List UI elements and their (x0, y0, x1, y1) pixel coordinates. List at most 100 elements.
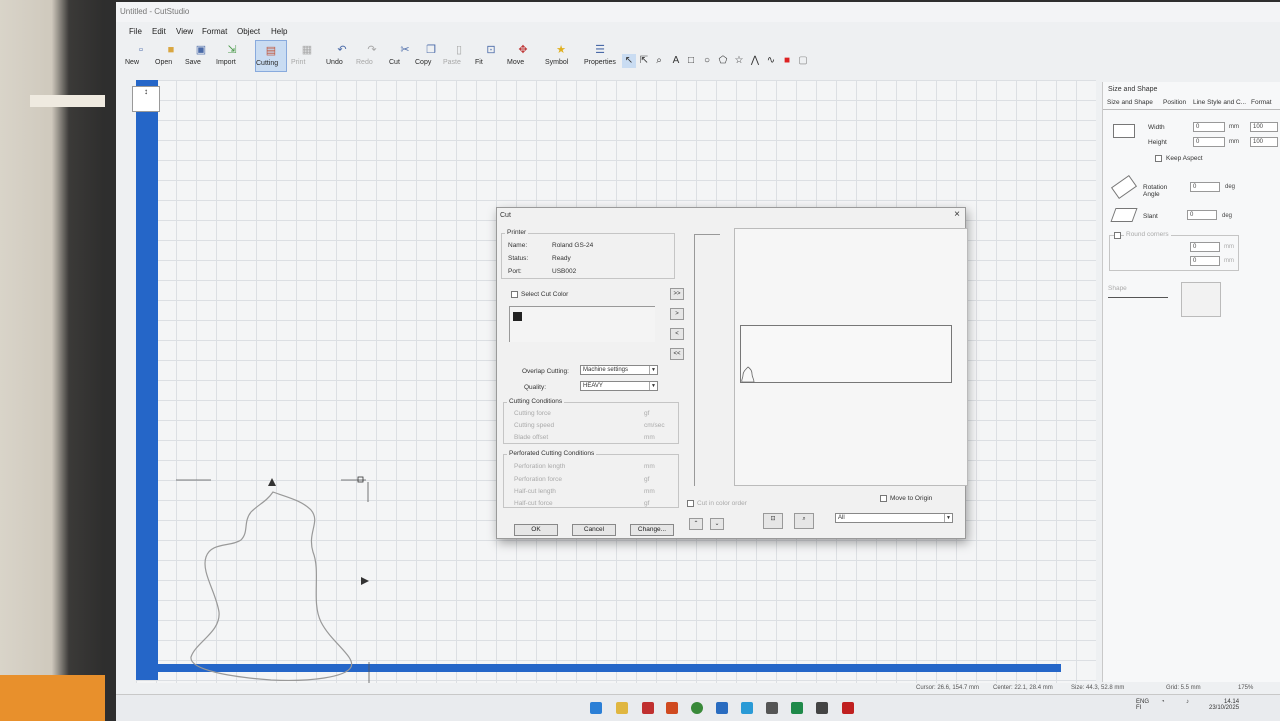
tray-clock[interactable]: 14.14 23/10/2025 (1209, 699, 1239, 711)
slant-input[interactable]: 0 (1187, 210, 1217, 220)
text-icon[interactable]: A (669, 54, 683, 68)
outline-icon[interactable]: ▢ (796, 54, 810, 68)
width-percent-input[interactable]: 100 (1250, 122, 1278, 132)
save-button[interactable]: ▣ Save (185, 40, 217, 72)
height-input[interactable]: 0 (1193, 137, 1225, 147)
rectangle-icon[interactable]: □ (684, 54, 698, 68)
menu-format[interactable]: Format (202, 27, 227, 36)
rotation-label: Rotation Angle (1143, 184, 1168, 198)
move-to-origin-checkbox[interactable] (880, 495, 887, 502)
round-corners-checkbox[interactable] (1114, 232, 1121, 239)
volume-icon[interactable]: ♪ (1186, 699, 1189, 705)
redo-button[interactable]: ↷ Redo (356, 40, 388, 72)
app-icon-4[interactable] (741, 702, 753, 714)
add-all-button[interactable]: >> (670, 288, 684, 300)
menu-help[interactable]: Help (271, 27, 287, 36)
excel-icon[interactable] (791, 702, 803, 714)
new-button[interactable]: ▫ New (125, 40, 157, 72)
order-list[interactable] (694, 234, 720, 486)
browser-icon[interactable] (691, 702, 703, 714)
import-button[interactable]: ⇲ Import (216, 40, 248, 72)
file-explorer-icon[interactable] (616, 702, 628, 714)
move-button[interactable]: ✥ Move (507, 40, 539, 72)
app-icon-1[interactable] (642, 702, 654, 714)
save-disk-icon: ▣ (195, 44, 207, 56)
quality-select[interactable]: HEAVY ▼ (580, 381, 658, 391)
keep-aspect-checkbox[interactable] (1155, 155, 1162, 162)
tray-language[interactable]: ENG FI (1136, 699, 1149, 711)
remove-all-button[interactable]: << (670, 348, 684, 360)
cutting-button[interactable]: ▤ Cutting (255, 40, 287, 72)
tab-format[interactable]: Format (1251, 99, 1272, 106)
rotation-input[interactable]: 0 (1190, 182, 1220, 192)
cutting-conditions-title: Cutting Conditions (507, 398, 565, 405)
selected-shape[interactable] (171, 472, 431, 692)
properties-button[interactable]: ☰ Properties (584, 40, 616, 72)
pointer-icon[interactable]: ↖ (622, 54, 636, 68)
app-icon-7[interactable] (842, 702, 854, 714)
star-icon: ★ (556, 44, 566, 56)
app-icon-6[interactable] (816, 702, 828, 714)
cut-color-swatch[interactable] (513, 312, 522, 321)
tab-line-style[interactable]: Line Style and C... (1193, 99, 1246, 106)
remove-one-button[interactable]: < (670, 328, 684, 340)
wifi-icon[interactable]: ◔ (1161, 699, 1165, 705)
cut-in-color-order-checkbox[interactable] (687, 500, 694, 507)
menu-file[interactable]: File (129, 27, 142, 36)
app-icon-2[interactable] (666, 702, 678, 714)
freehand-icon[interactable]: ∿ (764, 54, 778, 68)
ok-button[interactable]: OK (514, 524, 558, 536)
node-edit-icon[interactable]: ⇱ (637, 54, 651, 68)
change-button[interactable]: Change... (630, 524, 674, 536)
perforation-force-unit: gf (644, 476, 650, 483)
tab-size-and-shape[interactable]: Size and Shape (1107, 99, 1153, 106)
app-icon-5[interactable] (766, 702, 778, 714)
slant-unit: deg (1222, 213, 1233, 219)
pen-icon[interactable]: ⋀ (748, 54, 762, 68)
symbol-button[interactable]: ★ Symbol (545, 40, 577, 72)
move-up-icon[interactable]: ⌃ (689, 518, 703, 530)
menu-object[interactable]: Object (237, 27, 260, 36)
cut-preview[interactable] (734, 228, 968, 486)
filter-select[interactable]: All ▼ (835, 513, 953, 523)
printer-name-label: Name: (508, 242, 528, 249)
overlap-cutting-select[interactable]: Machine settings ▼ (580, 365, 658, 375)
shape-slider[interactable] (1108, 297, 1168, 298)
fit-button[interactable]: ⊡ Fit (475, 40, 507, 72)
menu-view[interactable]: View (176, 27, 193, 36)
height-percent-input[interactable]: 100 (1250, 137, 1278, 147)
undo-button[interactable]: ↶ Undo (326, 40, 358, 72)
printer-port-value: USB002 (552, 268, 577, 275)
menu-edit[interactable]: Edit (152, 27, 166, 36)
fill-color-icon[interactable]: ■ (780, 54, 794, 68)
add-one-button[interactable]: > (670, 308, 684, 320)
width-input[interactable]: 0 (1193, 122, 1225, 132)
move-down-icon[interactable]: ⌄ (710, 518, 724, 530)
zoom-icon[interactable]: ⌕ (652, 54, 666, 68)
select-cut-color-checkbox[interactable] (511, 291, 518, 298)
cut-color-list[interactable] (509, 306, 655, 342)
redo-icon: ↷ (367, 44, 377, 56)
polygon-icon[interactable]: ⬠ (716, 54, 730, 68)
tab-position[interactable]: Position (1163, 99, 1186, 106)
blade-offset-label: Blade offset (514, 434, 549, 441)
paste-button[interactable]: ▯ Paste (443, 40, 475, 72)
star-shape-icon[interactable]: ☆ (732, 54, 746, 68)
ruler-origin-box[interactable]: ↕ (132, 86, 160, 112)
app-icon-3[interactable] (716, 702, 728, 714)
close-icon[interactable]: × (954, 209, 960, 220)
start-icon[interactable] (590, 702, 602, 714)
print-button[interactable]: ▦ Print (291, 40, 323, 72)
zoom-preview-icon[interactable]: ⌕ (794, 513, 814, 529)
dialog-title: Cut (500, 212, 511, 219)
open-button[interactable]: ■ Open (155, 40, 187, 72)
new-file-icon: ▫ (139, 44, 143, 56)
fit-preview-icon[interactable]: ⊡ (763, 513, 783, 529)
round-corners-input-2[interactable]: 0 (1190, 256, 1220, 266)
perforated-conditions-title: Perforated Cutting Conditions (507, 450, 597, 457)
ellipse-icon[interactable]: ○ (700, 54, 714, 68)
shape-label: Shape (1108, 285, 1127, 292)
round-corners-input-1[interactable]: 0 (1190, 242, 1220, 252)
cancel-button[interactable]: Cancel (572, 524, 616, 536)
printer-icon: ▦ (301, 44, 313, 56)
